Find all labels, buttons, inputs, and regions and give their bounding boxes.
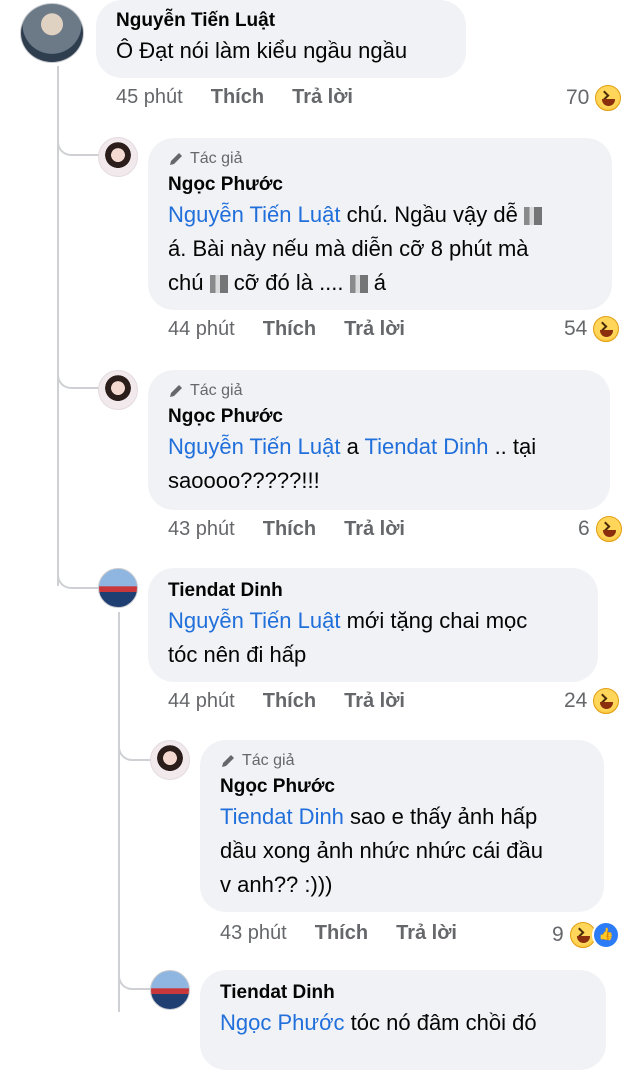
comment-time[interactable]: 43 phút xyxy=(220,922,287,945)
thread-connector xyxy=(118,725,152,761)
comment-meta: 45 phút Thích Trả lời xyxy=(116,86,353,109)
thread-connector xyxy=(57,555,99,589)
reply-button[interactable]: Trả lời xyxy=(396,922,457,945)
avatar[interactable] xyxy=(98,137,138,177)
comment-meta: 44 phút Thích Trả lời xyxy=(168,318,405,341)
comment-bubble: Nguyễn Tiến Luật Ô Đạt nói làm kiểu ngầu… xyxy=(96,0,466,78)
author-badge: Tác giả xyxy=(220,752,586,770)
comment-time[interactable]: 43 phút xyxy=(168,518,235,541)
comment-meta: 44 phút Thích Trả lời xyxy=(168,690,405,713)
reply-button[interactable]: Trả lời xyxy=(344,518,405,541)
comment-bubble: Tiendat Dinh Nguyễn Tiến Luật mới tặng c… xyxy=(148,568,598,682)
comment-author[interactable]: Ngọc Phước xyxy=(168,404,592,430)
comment-bubble: Tác giả Ngọc Phước Tiendat Dinh sao e th… xyxy=(200,740,604,912)
mention-link[interactable]: Tiendat Dinh xyxy=(220,804,344,829)
reaction-count[interactable]: 24 xyxy=(564,688,620,714)
like-button[interactable]: Thích xyxy=(315,922,368,945)
reaction-number: 70 xyxy=(566,86,590,109)
like-button[interactable]: Thích xyxy=(263,518,316,541)
reaction-count[interactable]: 54 xyxy=(564,316,620,342)
thread-connector xyxy=(57,355,99,389)
mention-link[interactable]: Tiendat Dinh xyxy=(365,434,489,459)
author-badge: Tác giả xyxy=(168,150,594,168)
reaction-number: 9 xyxy=(552,923,564,946)
pencil-icon xyxy=(170,385,182,397)
avatar[interactable] xyxy=(150,970,190,1010)
haha-icon xyxy=(595,516,622,542)
comment-meta: 43 phút Thích Trả lời xyxy=(220,922,457,945)
censored-emoji xyxy=(523,207,542,226)
reaction-number: 24 xyxy=(564,689,588,712)
censored-emoji xyxy=(209,275,228,294)
avatar[interactable] xyxy=(98,370,138,410)
censored-emoji xyxy=(349,275,368,294)
thread-line xyxy=(118,612,120,1012)
comment-author[interactable]: Ngọc Phước xyxy=(220,774,586,800)
comment-text: Nguyễn Tiến Luật mới tặng chai mọc tóc n… xyxy=(168,608,528,667)
comment-time[interactable]: 44 phút xyxy=(168,318,235,341)
comment-meta: 43 phút Thích Trả lời xyxy=(168,518,405,541)
author-badge: Tác giả xyxy=(168,382,592,400)
avatar[interactable] xyxy=(98,568,138,608)
author-badge-label: Tác giả xyxy=(190,382,243,399)
pencil-icon xyxy=(222,755,234,767)
author-badge-label: Tác giả xyxy=(190,150,243,167)
reaction-number: 6 xyxy=(578,517,590,540)
author-badge-label: Tác giả xyxy=(242,752,295,769)
comment-bubble: Tác giả Ngọc Phước Nguyễn Tiến Luật chú.… xyxy=(148,138,612,310)
reaction-count[interactable]: 70 xyxy=(566,85,622,111)
reply-button[interactable]: Trả lời xyxy=(344,318,405,341)
avatar[interactable] xyxy=(150,740,190,780)
comment-time[interactable]: 44 phút xyxy=(168,690,235,713)
mention-link[interactable]: Nguyễn Tiến Luật xyxy=(168,434,340,459)
comment-bubble: Tiendat Dinh Ngọc Phước tóc nó đâm chồi … xyxy=(200,970,606,1070)
thread-connector xyxy=(57,122,99,156)
haha-icon xyxy=(593,688,620,714)
reply-button[interactable]: Trả lời xyxy=(292,86,353,109)
mention-link[interactable]: Ngọc Phước xyxy=(220,1010,345,1035)
haha-icon xyxy=(595,85,622,111)
haha-icon xyxy=(593,316,620,342)
like-button[interactable]: Thích xyxy=(263,690,316,713)
comment-text: Tiendat Dinh sao e thấy ảnh hấp dầu xong… xyxy=(220,804,544,897)
reaction-number: 54 xyxy=(564,317,588,340)
comment-author[interactable]: Tiendat Dinh xyxy=(168,578,580,604)
comment-author[interactable]: Nguyễn Tiến Luật xyxy=(116,8,448,34)
comment-text: Nguyễn Tiến Luật a Tiendat Dinh .. tại s… xyxy=(168,434,537,493)
avatar[interactable] xyxy=(20,3,84,63)
reaction-count[interactable]: 6 xyxy=(578,516,622,542)
comment-time[interactable]: 45 phút xyxy=(116,86,183,109)
like-button[interactable]: Thích xyxy=(211,86,264,109)
thread-connector xyxy=(118,962,152,990)
mention-link[interactable]: Nguyễn Tiến Luật xyxy=(168,202,340,227)
mention-link[interactable]: Nguyễn Tiến Luật xyxy=(168,608,340,633)
comment-text: Ô Đạt nói làm kiểu ngầu ngầu xyxy=(116,38,408,63)
like-button[interactable]: Thích xyxy=(263,318,316,341)
comment-text: Nguyễn Tiến Luật chú. Ngầu vậy dễ á. Bài… xyxy=(168,198,594,300)
pencil-icon xyxy=(170,153,182,165)
reply-button[interactable]: Trả lời xyxy=(344,690,405,713)
like-reaction-icon xyxy=(591,921,620,949)
comment-bubble: Tác giả Ngọc Phước Nguyễn Tiến Luật a Ti… xyxy=(148,370,610,510)
comment-author[interactable]: Ngọc Phước xyxy=(168,172,594,198)
comment-author[interactable]: Tiendat Dinh xyxy=(220,980,588,1006)
reaction-count[interactable]: 9 xyxy=(552,921,620,949)
comment-text: Ngọc Phước tóc nó đâm chồi đó xyxy=(220,1010,537,1035)
